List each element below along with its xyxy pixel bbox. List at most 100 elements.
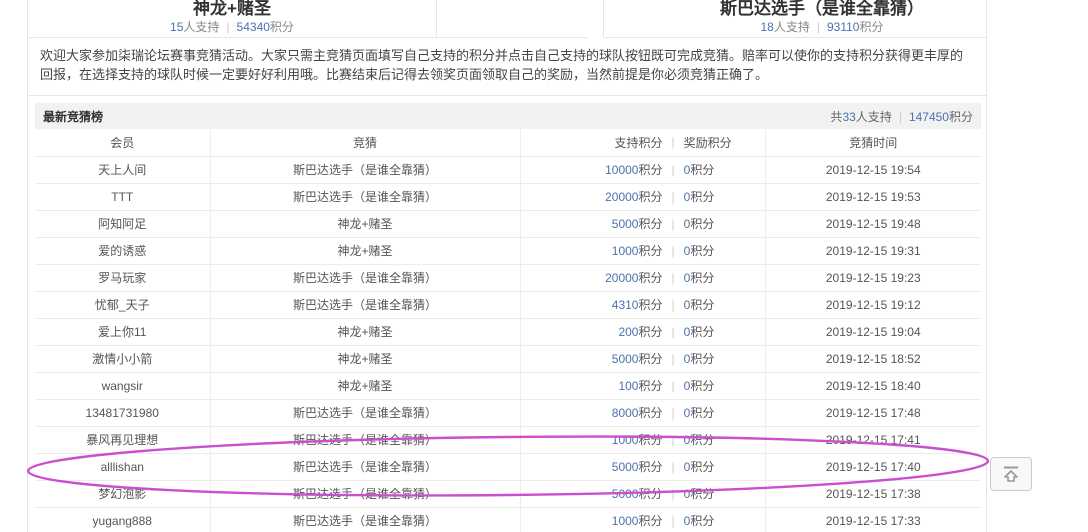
team-name-left: 神龙+赌圣 [193,0,271,18]
column-header-points: 支持积分 | 奖励积分 [519,129,765,157]
points-cell: 1000积分 | 0积分 [519,426,765,454]
points-cell: 1000积分 | 0积分 [519,507,765,532]
guess-cell: 斯巴达选手（是谁全靠猜） [209,507,520,532]
table-row: TTT 斯巴达选手（是谁全靠猜） 20000积分 | 0积分 2019-12-1… [35,183,981,211]
table-row: 爱上你11 神龙+赌圣 200积分 | 0积分 2019-12-15 19:04 [35,318,981,346]
board-total-stats: 共33人支持 | 147450积分 [830,109,973,124]
team-panel-left: 神龙+赌圣 15人支持 | 54340积分 [28,0,436,37]
separator: | [671,351,675,366]
points-cell: 20000积分 | 0积分 [519,183,765,211]
separator: | [671,486,675,501]
guess-cell: 神龙+赌圣 [209,372,520,400]
time-cell: 2019-12-15 19:54 [764,156,981,184]
points-cell: 10000积分 | 0积分 [519,156,765,184]
separator: | [671,324,675,339]
bet-page: 神龙+赌圣 15人支持 | 54340积分 斯巴达选手（是谁全靠猜） 18人支持 | 9… [0,0,1088,532]
guess-cell: 斯巴达选手（是谁全靠猜） [209,399,520,427]
time-cell: 2019-12-15 18:40 [764,372,981,400]
header-divider-left [436,0,437,37]
event-notice-text: 欢迎大家参加柒瑞论坛赛事竞猜活动。大家只需主竞猜页面填写自己支持的积分并点击自己… [28,38,986,96]
separator: | [898,109,902,124]
separator: | [816,20,820,34]
guess-cell: 神龙+赌圣 [209,237,520,265]
table-header-row: 会员 竞猜 支持积分 | 奖励积分 竞猜时间 [35,129,981,157]
separator: | [671,243,675,258]
separator: | [671,432,675,447]
member-cell: 梦幻泡影 [35,480,210,508]
team-stats-left: 15人支持 | 54340积分 [170,20,294,34]
table-row: 爱的诱惑 神龙+赌圣 1000积分 | 0积分 2019-12-15 19:31 [35,237,981,265]
guess-cell: 斯巴达选手（是谁全靠猜） [209,426,520,454]
container-border-right [986,0,987,532]
team-right-supporters-count: 18 [760,20,774,34]
member-cell: 罗马玩家 [35,264,210,292]
column-header-time: 竞猜时间 [764,129,981,157]
total-points: 147450 [908,109,949,124]
member-cell: yugang888 [35,507,210,532]
board-title-bar: 最新竞猜榜 共33人支持 | 147450积分 [35,103,981,129]
separator: | [671,189,675,204]
separator: | [671,459,675,474]
member-cell: 阿知阿足 [35,210,210,238]
table-row: 天上人间 斯巴达选手（是谁全靠猜） 10000积分 | 0积分 2019-12-… [35,156,981,184]
time-cell: 2019-12-15 19:53 [764,183,981,211]
member-cell: 爱的诱惑 [35,237,210,265]
time-cell: 2019-12-15 19:23 [764,264,981,292]
points-cell: 8000积分 | 0积分 [519,399,765,427]
points-cell: 20000积分 | 0积分 [519,264,765,292]
header-divider-right [603,0,604,37]
guess-cell: 斯巴达选手（是谁全靠猜） [209,480,520,508]
separator: | [671,405,675,420]
table-row: 13481731980 斯巴达选手（是谁全靠猜） 8000积分 | 0积分 20… [35,399,981,427]
member-cell: 激情小小箭 [35,345,210,373]
member-cell: 忧郁_天子 [35,291,210,319]
member-cell: 天上人间 [35,156,210,184]
separator: | [671,162,675,177]
back-to-top-button[interactable] [990,457,1032,491]
team-left-supporters-count: 15 [170,20,184,34]
total-supporters-count: 33 [842,109,856,124]
time-cell: 2019-12-15 17:38 [764,480,981,508]
guess-cell: 斯巴达选手（是谁全靠猜） [209,453,520,481]
column-header-guess: 竞猜 [209,129,520,157]
member-cell: 暴风再见理想 [35,426,210,454]
points-cell: 5000积分 | 0积分 [519,453,765,481]
separator: | [671,135,675,150]
time-cell: 2019-12-15 17:48 [764,399,981,427]
separator: | [671,270,675,285]
separator: | [671,513,675,528]
table-row: 阿知阿足 神龙+赌圣 5000积分 | 0积分 2019-12-15 19:48 [35,210,981,238]
member-cell: 爱上你11 [35,318,210,346]
time-cell: 2019-12-15 19:12 [764,291,981,319]
team-name-right: 斯巴达选手（是谁全靠猜） [720,0,924,18]
separator: | [671,297,675,312]
team-stats-right: 18人支持 | 93110积分 [760,20,884,34]
member-cell: wangsir [35,372,210,400]
table-row: 激情小小箭 神龙+赌圣 5000积分 | 0积分 2019-12-15 18:5… [35,345,981,373]
guess-cell: 神龙+赌圣 [209,345,520,373]
table-row: 暴风再见理想 斯巴达选手（是谁全靠猜） 1000积分 | 0积分 2019-12… [35,426,981,454]
team-right-points: 93110 [827,20,860,34]
table-row: 忧郁_天子 斯巴达选手（是谁全靠猜） 4310积分 | 0积分 2019-12-… [35,291,981,319]
time-cell: 2019-12-15 19:31 [764,237,981,265]
time-cell: 2019-12-15 19:48 [764,210,981,238]
container-border-left [27,0,28,532]
table-row: alllishan 斯巴达选手（是谁全靠猜） 5000积分 | 0积分 2019… [35,453,981,481]
guess-cell: 斯巴达选手（是谁全靠猜） [209,291,520,319]
guess-cell: 斯巴达选手（是谁全靠猜） [209,156,520,184]
separator: | [671,216,675,231]
separator: | [671,378,675,393]
bet-table-body: 天上人间 斯巴达选手（是谁全靠猜） 10000积分 | 0积分 2019-12-… [35,156,981,532]
points-cell: 100积分 | 0积分 [519,372,765,400]
member-cell: TTT [35,183,210,211]
time-cell: 2019-12-15 17:33 [764,507,981,532]
time-cell: 2019-12-15 17:41 [764,426,981,454]
member-cell: 13481731980 [35,399,210,427]
table-row: 梦幻泡影 斯巴达选手（是谁全靠猜） 5000积分 | 0积分 2019-12-1… [35,480,981,508]
guess-cell: 神龙+赌圣 [209,210,520,238]
board-title: 最新竞猜榜 [43,109,104,124]
table-row: 罗马玩家 斯巴达选手（是谁全靠猜） 20000积分 | 0积分 2019-12-… [35,264,981,292]
points-cell: 200积分 | 0积分 [519,318,765,346]
member-cell: alllishan [35,453,210,481]
points-cell: 5000积分 | 0积分 [519,210,765,238]
